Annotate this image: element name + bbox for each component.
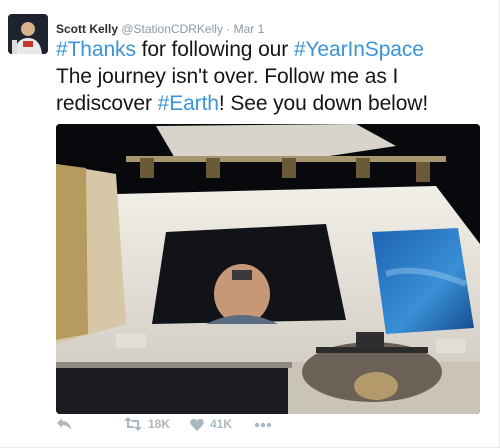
- author-handle[interactable]: @StationCDRKelly: [121, 22, 223, 36]
- tweet-timestamp[interactable]: Mar 1: [234, 22, 265, 36]
- hashtag-earth[interactable]: #Earth: [158, 92, 219, 115]
- tweet-card: Scott Kelly @StationCDRKelly · Mar 1 #Th…: [0, 0, 500, 448]
- cupola-window-photo: [56, 124, 480, 414]
- retweet-icon: [124, 417, 142, 431]
- author-name[interactable]: Scott Kelly: [56, 22, 118, 36]
- tweet-media-photo[interactable]: [56, 124, 480, 414]
- more-button[interactable]: [254, 422, 272, 428]
- like-count: 41K: [210, 417, 233, 431]
- avatar[interactable]: [8, 14, 48, 54]
- astronaut-avatar-image: [8, 14, 48, 54]
- tweet-text: #Thanks for following our #YearInSpace T…: [56, 36, 496, 117]
- tweet-text-segment-3: ! See you down below!: [218, 92, 429, 115]
- hashtag-yearinspace[interactable]: #YearInSpace: [294, 38, 424, 61]
- hashtag-thanks[interactable]: #Thanks: [56, 38, 136, 61]
- like-button[interactable]: 41K: [190, 417, 232, 431]
- tweet-text-segment-1: for following our: [135, 38, 294, 61]
- more-dots-icon: [254, 422, 272, 428]
- tweet-actions: 18K 41K: [56, 417, 496, 437]
- reply-button[interactable]: [56, 417, 72, 431]
- reply-icon: [57, 418, 71, 430]
- heart-icon: [190, 418, 204, 431]
- header-separator: ·: [226, 22, 231, 36]
- tweet-header: Scott Kelly @StationCDRKelly · Mar 1: [56, 22, 264, 36]
- retweet-count: 18K: [148, 417, 171, 431]
- retweet-button[interactable]: 18K: [124, 417, 170, 431]
